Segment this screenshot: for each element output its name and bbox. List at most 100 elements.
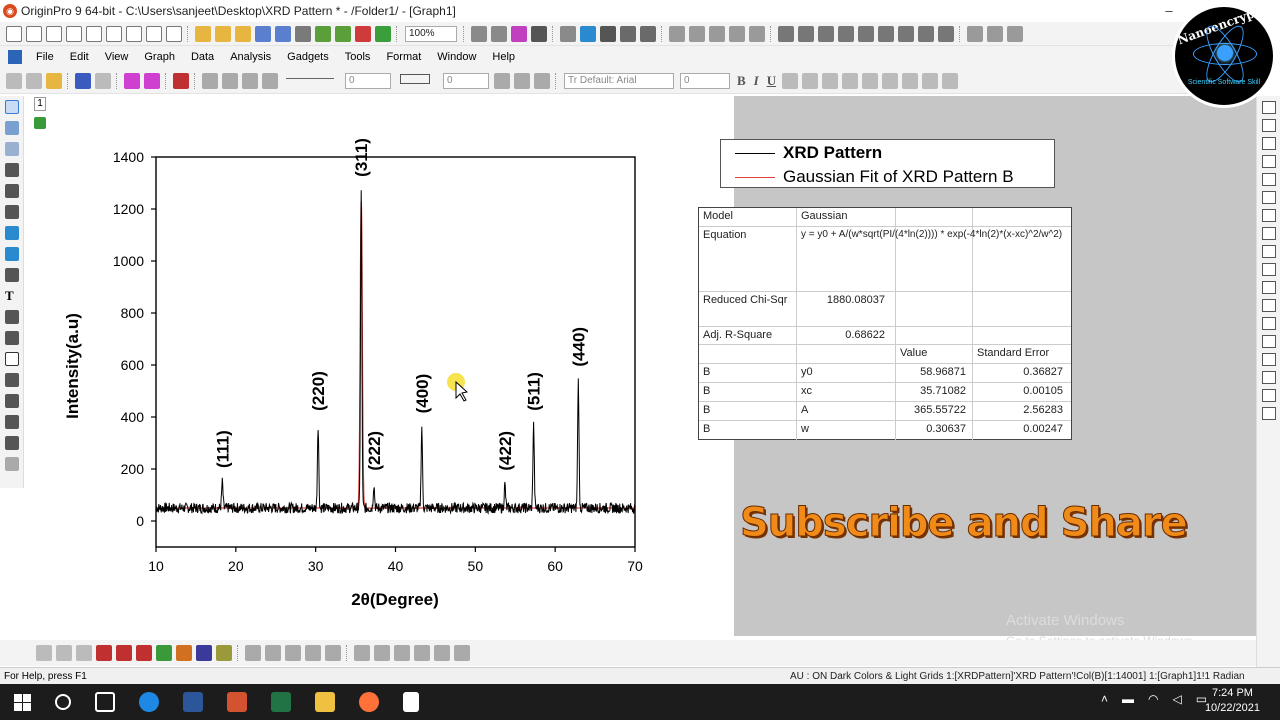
excel-icon[interactable] [271,692,291,712]
chevron-up-icon[interactable]: ˄ [1101,692,1108,706]
menu-window[interactable]: Window [437,51,476,63]
xrd-chart[interactable]: 10 20 30 40 50 60 700200400600800100012001400 … [26,96,734,636]
set-values-icon[interactable] [818,25,834,42]
y-axis-icon[interactable] [987,25,1003,42]
windows-start-icon[interactable] [14,693,31,711]
zoom-select[interactable]: 100% [405,25,457,42]
cut-icon[interactable] [6,72,22,89]
row-icon[interactable] [1262,191,1276,204]
scatter-plot-icon[interactable] [56,645,72,661]
insert-table-icon[interactable] [5,415,19,429]
bold-button[interactable]: B [737,73,746,89]
new-worksheet-icon[interactable] [26,25,42,42]
sum-icon[interactable] [778,25,794,42]
border-select[interactable] [397,73,437,89]
contour-icon[interactable] [196,645,212,661]
grid-layout-icon[interactable] [1262,155,1276,168]
new-graph-icon[interactable] [46,25,62,42]
menu-file[interactable]: File [36,51,54,63]
fill-icon[interactable] [798,25,814,42]
border-width-select[interactable]: 0 [443,72,489,89]
firefox-icon[interactable] [359,692,379,712]
underline-button[interactable]: U [767,73,776,89]
table-grid-icon[interactable] [1262,407,1276,420]
new-matrix-icon[interactable] [66,25,82,42]
symbol-icon[interactable] [262,72,278,89]
color-icon[interactable] [514,72,530,89]
3d-contour-icon[interactable] [325,645,341,661]
pie-chart-icon[interactable] [176,645,192,661]
layer-icon[interactable] [1262,101,1276,114]
batch-icon[interactable] [375,25,391,42]
fill-color-icon[interactable] [202,72,218,89]
insert-graph-icon[interactable] [5,394,19,408]
word-icon[interactable] [183,692,203,712]
greek-icon[interactable] [842,72,859,89]
line-tool-icon[interactable] [5,331,19,345]
mask-tool-icon[interactable] [5,226,19,240]
new-layout-icon[interactable] [126,25,142,42]
import-multiple-icon[interactable] [335,25,351,42]
align-right-icon[interactable] [1262,263,1276,276]
add-column-icon[interactable] [669,25,685,42]
object-more-icon[interactable] [454,645,470,661]
search-icon[interactable] [55,694,71,710]
line-width-select[interactable]: 0 [345,72,391,89]
hand-tool-icon[interactable] [5,373,19,387]
filter-icon[interactable] [898,25,914,42]
3d-bars-icon[interactable] [265,645,281,661]
text-tool-icon[interactable]: T [5,289,19,303]
paste-icon[interactable] [46,72,62,89]
text-color-icon[interactable] [922,72,939,89]
line-style-select[interactable] [283,73,339,89]
pointer-tool-icon[interactable] [5,100,19,114]
arrange-icon[interactable] [1262,227,1276,240]
zoom-out-icon[interactable] [5,142,19,156]
ungroup-icon[interactable] [1262,353,1276,366]
menu-view[interactable]: View [105,51,129,63]
italic-button[interactable]: I [754,73,759,89]
delete-icon[interactable] [95,72,111,89]
area-plot-icon[interactable] [156,645,172,661]
edge-icon[interactable] [139,692,159,712]
back-icon[interactable] [1262,389,1276,402]
object-up-icon[interactable] [394,645,410,661]
graph-doc-icon[interactable] [8,50,22,64]
import-icon[interactable] [295,25,311,42]
task-view-icon[interactable] [95,692,115,712]
wifi-icon[interactable]: ◠ [1148,692,1158,706]
volume-icon[interactable]: ◁ [1173,692,1182,706]
font-size-select[interactable]: 0 [680,72,730,89]
3d-wire-icon[interactable] [305,645,321,661]
code-builder-icon[interactable] [531,25,547,42]
line-color-icon[interactable] [242,72,258,89]
refresh-icon[interactable] [491,25,507,42]
taskbar-clock[interactable]: 7:24 PM 10/22/2021 [1205,686,1260,716]
superscript-icon[interactable] [782,72,799,89]
object-left-icon[interactable] [354,645,370,661]
x-axis-icon[interactable] [967,25,983,42]
chart-stack-icon[interactable] [878,25,894,42]
supersub-icon[interactable] [822,72,839,89]
statistics-icon[interactable] [729,25,745,42]
print-icon[interactable] [471,25,487,42]
line-plot-icon[interactable] [36,645,52,661]
save-icon[interactable] [255,25,271,42]
fit-results-table[interactable]: Model Gaussian Equation y = y0 + A/(w*sq… [698,207,1072,440]
align-top-icon[interactable] [1262,281,1276,294]
code-icon[interactable] [620,25,636,42]
chart-legend[interactable]: XRD Pattern Gaussian Fit of XRD Pattern … [720,139,1055,188]
new-script-icon[interactable] [166,25,182,42]
file-explorer-icon[interactable] [315,692,335,712]
duplicate-icon[interactable] [511,25,527,42]
open-excel-icon[interactable] [235,25,251,42]
chart-bars-icon[interactable] [858,25,874,42]
equation-tool-icon[interactable] [5,436,19,450]
table-icon[interactable] [1262,137,1276,150]
new-notes-icon[interactable] [106,25,122,42]
new-project-icon[interactable] [6,25,22,42]
grid-icon[interactable] [534,72,550,89]
data-reader-tool-icon[interactable] [5,163,19,177]
menu-analysis[interactable]: Analysis [230,51,271,63]
text-fill-icon[interactable] [942,72,959,89]
